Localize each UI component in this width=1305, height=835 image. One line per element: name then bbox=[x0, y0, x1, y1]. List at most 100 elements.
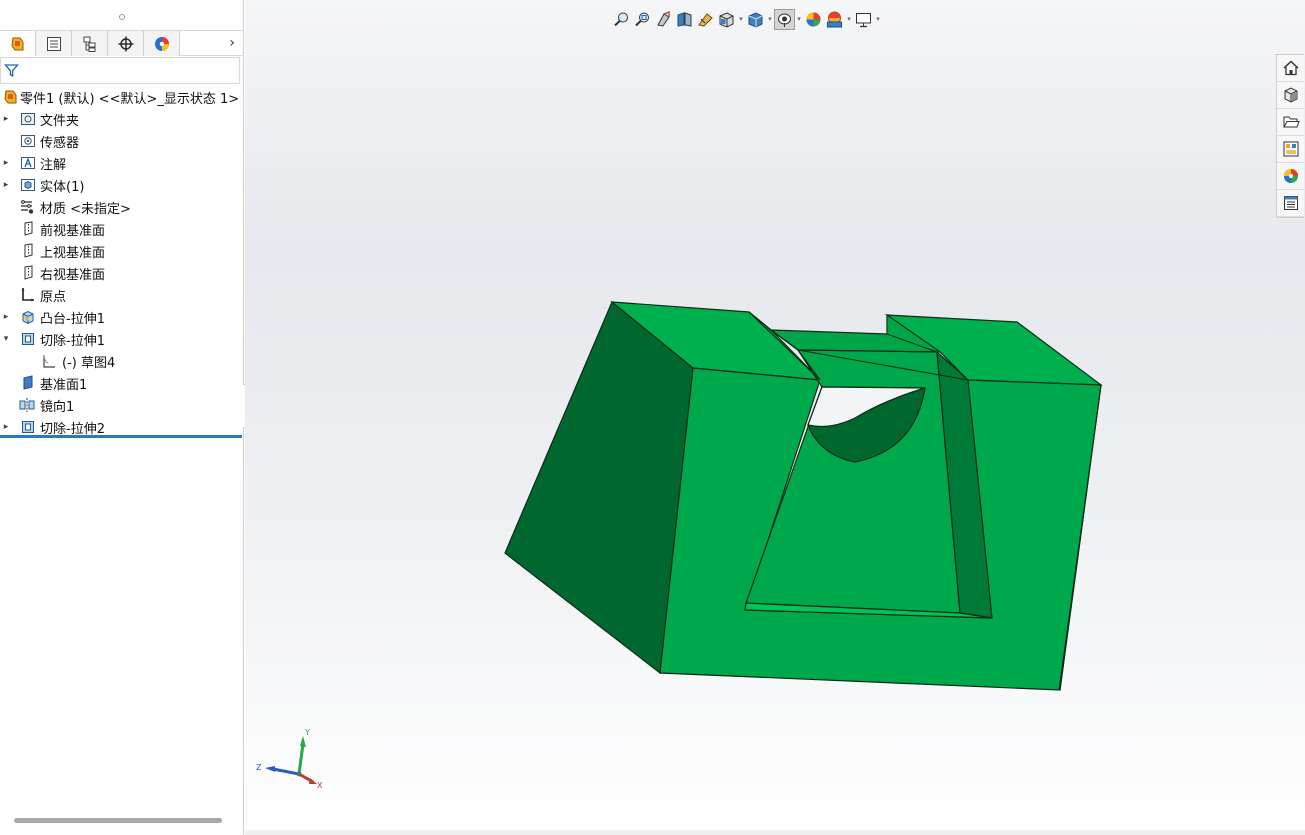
plane-icon bbox=[19, 265, 36, 282]
tree-item[interactable]: 原点 bbox=[0, 284, 244, 306]
annotation-icon bbox=[19, 155, 36, 172]
hide-show-items-button[interactable] bbox=[774, 8, 795, 30]
zoom-to-fit-button[interactable] bbox=[611, 9, 632, 30]
view-orientation-icon bbox=[719, 11, 734, 28]
sensor-icon bbox=[19, 133, 36, 150]
tree-item[interactable]: 镜向1 bbox=[0, 394, 244, 416]
zoom-to-area-button[interactable] bbox=[632, 9, 653, 30]
viewport-bottom-edge bbox=[245, 830, 1305, 835]
tree-item[interactable]: 基准面1 bbox=[0, 372, 244, 394]
tree-item-label: 镜向1 bbox=[40, 399, 75, 415]
feature-tree: 零件1 (默认) <<默认>_显示状态 1> ▸ 文件夹 传感器 ▸ 注解 ▸ … bbox=[0, 86, 244, 438]
section-view-icon bbox=[677, 11, 692, 27]
tree-item-label: 凸台-拉伸1 bbox=[40, 311, 105, 327]
expand-arrow-icon[interactable]: ▸ bbox=[1, 422, 11, 432]
3d-model[interactable] bbox=[245, 0, 1305, 835]
reference-triad: Y Z X bbox=[256, 728, 323, 790]
tree-item-label: 文件夹 bbox=[40, 113, 80, 129]
view-palette-icon bbox=[1283, 141, 1298, 157]
tree-item-label: 实体(1) bbox=[40, 179, 85, 195]
feature-manager-panel: › 零件1 (默认) <<默认>_显示状态 1> ▸ 文件夹 传感器 ▸ 注解 … bbox=[0, 0, 244, 835]
triad-y-label: Y bbox=[304, 728, 310, 737]
custom-properties-tab[interactable] bbox=[1277, 190, 1304, 217]
tree-item[interactable]: ▸ 文件夹 bbox=[0, 108, 244, 130]
tree-item-label: 注解 bbox=[40, 157, 67, 173]
solidworks-resources-tab[interactable] bbox=[1277, 55, 1304, 82]
plane-icon bbox=[19, 243, 36, 260]
file-explorer-tab[interactable] bbox=[1277, 109, 1304, 136]
tree-item-label: 切除-拉伸2 bbox=[40, 421, 105, 437]
task-pane-tabs bbox=[1276, 54, 1304, 218]
collapse-arrow-icon[interactable]: ▾ bbox=[1, 334, 11, 344]
tree-item-label: 切除-拉伸1 bbox=[40, 333, 105, 349]
tree-item[interactable]: 传感器 bbox=[0, 130, 244, 152]
tree-root[interactable]: 零件1 (默认) <<默认>_显示状态 1> bbox=[0, 86, 244, 108]
heads-up-view-toolbar: ▾ ▾ ▾ ▾ ▾ bbox=[611, 8, 882, 30]
more-tabs-chevron-icon[interactable]: › bbox=[220, 31, 244, 55]
triad-x-label: X bbox=[317, 781, 323, 790]
folder-open-icon bbox=[1282, 116, 1300, 128]
zoom-to-area-icon bbox=[635, 12, 649, 26]
propertymanager-tab[interactable] bbox=[36, 31, 72, 56]
triad-z-label: Z bbox=[256, 763, 262, 772]
panel-tab-bar: › bbox=[0, 30, 244, 56]
tree-item[interactable]: 材质 <未指定> bbox=[0, 196, 244, 218]
tree-item[interactable]: (-) 草图4 bbox=[0, 350, 244, 372]
view-orientation-caret-icon[interactable]: ▾ bbox=[737, 15, 745, 23]
display-style-button[interactable] bbox=[745, 9, 766, 30]
filter-icon bbox=[4, 64, 19, 78]
displaymanager-tab[interactable] bbox=[144, 31, 180, 56]
tree-item[interactable]: 右视基准面 bbox=[0, 262, 244, 284]
design-library-icon bbox=[1284, 87, 1297, 103]
view-palette-tab[interactable] bbox=[1277, 136, 1304, 163]
folder-icon bbox=[19, 111, 36, 128]
edit-appearance-button[interactable] bbox=[803, 9, 824, 30]
tree-item[interactable]: ▸ 凸台-拉伸1 bbox=[0, 306, 244, 328]
dynamic-annotation-icon bbox=[698, 12, 713, 27]
tree-item[interactable]: 上视基准面 bbox=[0, 240, 244, 262]
dimxpert-tab[interactable] bbox=[108, 31, 144, 56]
apply-scene-icon bbox=[827, 11, 842, 27]
rollback-bar[interactable] bbox=[0, 435, 242, 438]
custom-properties-icon bbox=[1283, 196, 1298, 210]
dynamic-annotation-button[interactable] bbox=[695, 9, 716, 30]
tree-item[interactable]: ▸ 实体(1) bbox=[0, 174, 244, 196]
solid-bodies-icon bbox=[19, 177, 36, 194]
propertymanager-icon bbox=[46, 36, 61, 51]
section-view-button[interactable] bbox=[674, 9, 695, 30]
appearances-icon bbox=[1283, 169, 1298, 183]
plane-icon bbox=[19, 221, 36, 238]
tree-item[interactable]: 前视基准面 bbox=[0, 218, 244, 240]
mirror-icon bbox=[18, 397, 35, 414]
graphics-area[interactable]: ▾ ▾ ▾ ▾ ▾ Y Z X bbox=[245, 0, 1305, 835]
previous-view-button[interactable] bbox=[653, 9, 674, 30]
apply-scene-button[interactable] bbox=[824, 9, 845, 30]
display-style-icon bbox=[748, 11, 763, 28]
view-settings-icon bbox=[856, 12, 871, 27]
panel-horizontal-scrollbar[interactable] bbox=[14, 818, 222, 823]
expand-arrow-icon[interactable]: ▸ bbox=[1, 158, 11, 168]
display-style-caret-icon[interactable]: ▾ bbox=[766, 15, 774, 23]
tree-item[interactable]: ▾ 切除-拉伸1 bbox=[0, 328, 244, 350]
part-icon bbox=[2, 89, 19, 106]
expand-arrow-icon[interactable]: ▸ bbox=[1, 180, 11, 190]
panel-grip[interactable] bbox=[0, 8, 244, 26]
view-settings-caret-icon[interactable]: ▾ bbox=[874, 15, 882, 23]
featuremanager-tab[interactable] bbox=[0, 31, 36, 56]
view-settings-button[interactable] bbox=[853, 9, 874, 30]
previous-view-icon bbox=[657, 10, 670, 27]
hide-show-items-caret-icon[interactable]: ▾ bbox=[795, 15, 803, 23]
expand-arrow-icon[interactable]: ▸ bbox=[1, 312, 11, 322]
apply-scene-caret-icon[interactable]: ▾ bbox=[845, 15, 853, 23]
configurationmanager-tab[interactable] bbox=[72, 31, 108, 56]
home-icon bbox=[1282, 60, 1299, 76]
view-orientation-button[interactable] bbox=[716, 9, 737, 30]
design-library-tab[interactable] bbox=[1277, 82, 1304, 109]
expand-arrow-icon[interactable]: ▸ bbox=[1, 114, 11, 124]
plane-solid-icon bbox=[19, 375, 36, 392]
tree-filter[interactable] bbox=[0, 57, 240, 84]
tree-item[interactable]: ▸ 注解 bbox=[0, 152, 244, 174]
appearances-scenes-tab[interactable] bbox=[1277, 163, 1304, 190]
tree-item-label: 上视基准面 bbox=[40, 245, 106, 261]
configurationmanager-icon bbox=[83, 36, 95, 52]
